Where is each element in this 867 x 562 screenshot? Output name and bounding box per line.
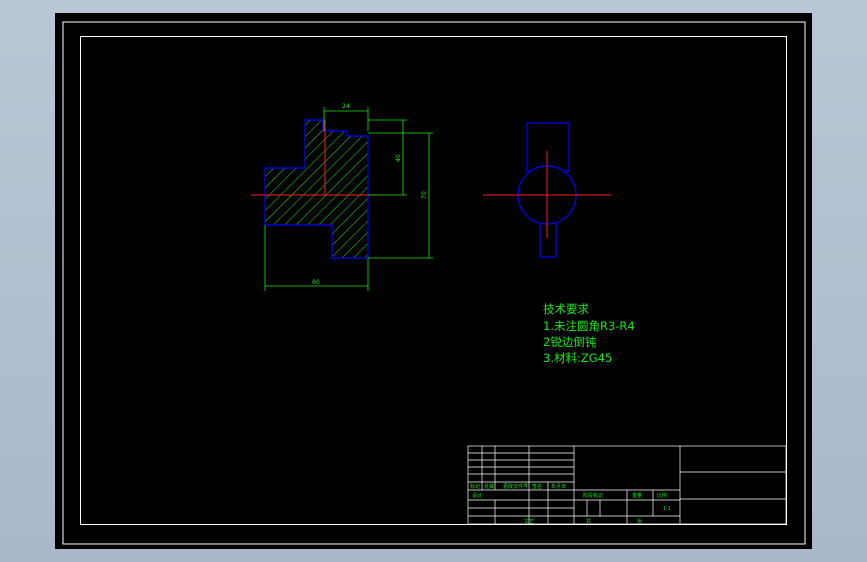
tb-scale-value: 1:1 bbox=[663, 506, 671, 512]
tech-req-title: 技术要求 bbox=[543, 302, 589, 316]
technical-requirements: 技术要求 1.未注圆角R3-R4 2锐边倒钝 3.材料:ZG45 bbox=[543, 302, 635, 365]
outer-frame bbox=[62, 21, 806, 545]
title-block-labels: 标记 处数 更改文件号 签名 年月日 设计 阶段标记 重量 比例 1:1 工艺 … bbox=[470, 483, 671, 525]
inner-frame bbox=[80, 36, 787, 525]
tech-req-item: 1.未注圆角R3-R4 bbox=[543, 319, 635, 333]
tb-label-sheet-total: 共 bbox=[586, 518, 591, 525]
tb-label-date: 年月日 bbox=[551, 483, 566, 490]
tb-label-process: 工艺 bbox=[524, 519, 534, 525]
tb-label-change-doc: 更改文件号 bbox=[503, 483, 528, 490]
dim-step-height: 40 bbox=[395, 154, 402, 162]
section-view bbox=[251, 119, 378, 259]
end-view bbox=[483, 122, 611, 258]
dim-overall-width: 60 bbox=[312, 279, 320, 286]
section-hatch bbox=[264, 119, 369, 259]
tech-req-item: 3.材料:ZG45 bbox=[543, 351, 612, 365]
tb-label-mark: 标记 bbox=[470, 483, 480, 490]
tb-label-weight: 重量 bbox=[632, 492, 642, 499]
tech-req-item: 2锐边倒钝 bbox=[543, 335, 597, 349]
dim-overall-height: 70 bbox=[421, 191, 428, 199]
tb-label-sheet-num: 张 bbox=[637, 518, 642, 525]
tb-label-count: 处数 bbox=[484, 483, 494, 490]
cad-viewport[interactable]: 24 40 70 60 技术要求 1.未注圆角R3-R4 2锐边倒钝 3.材料:… bbox=[55, 13, 812, 549]
tb-label-designer: 设计 bbox=[472, 492, 482, 499]
tb-label-scale: 比例 bbox=[657, 492, 667, 499]
dim-top-width: 24 bbox=[342, 103, 350, 110]
drawing-canvas: 24 40 70 60 技术要求 1.未注圆角R3-R4 2锐边倒钝 3.材料:… bbox=[62, 21, 806, 545]
tb-label-signature: 签名 bbox=[532, 483, 542, 490]
end-view-bottom-slot bbox=[539, 222, 557, 258]
tb-label-stage: 阶段标记 bbox=[583, 492, 603, 499]
end-view-top-slot bbox=[526, 122, 570, 172]
